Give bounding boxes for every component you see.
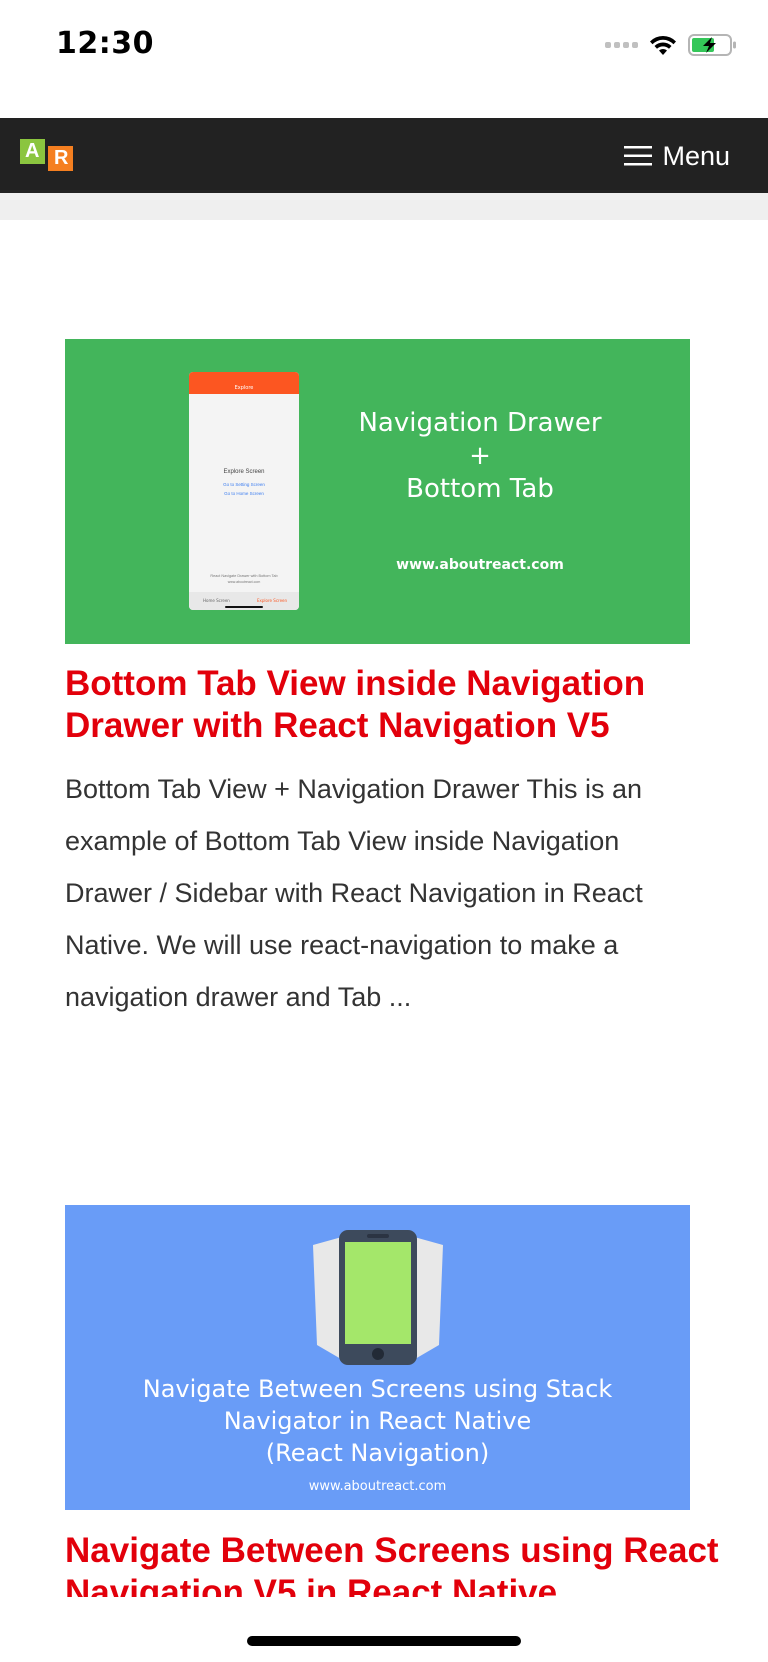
mockup-tab-bar: Home Screen Explore Screen bbox=[189, 592, 299, 610]
status-time: 12:30 bbox=[56, 26, 154, 61]
site-header: A R Menu bbox=[0, 118, 768, 193]
phone-mockup: Explore Explore Screen Go to Setting Scr… bbox=[189, 372, 299, 610]
post-excerpt: Bottom Tab View + Navigation Drawer This… bbox=[65, 774, 643, 1012]
mockup-tab-explore: Explore Screen bbox=[257, 598, 288, 603]
post-title-link[interactable]: Navigate Between Screens using React Nav… bbox=[65, 1530, 725, 1597]
logo-letter-r: R bbox=[54, 147, 69, 169]
post-list: Explore Explore Screen Go to Setting Scr… bbox=[0, 220, 768, 1597]
menu-label: Menu bbox=[662, 140, 730, 171]
mockup-header-title: Explore bbox=[234, 385, 254, 391]
thumbnail-url: www.aboutreact.com bbox=[396, 557, 564, 573]
post-thumbnail[interactable]: Explore Explore Screen Go to Setting Scr… bbox=[65, 339, 690, 644]
site-logo[interactable]: A R bbox=[20, 139, 74, 171]
logo-letter-a: A bbox=[25, 140, 40, 162]
mockup-tab-home: Home Screen bbox=[203, 598, 230, 603]
wifi-icon bbox=[650, 35, 676, 55]
thumbnail-heading-line: Navigate Between Screens using Stack bbox=[142, 1375, 613, 1403]
post-thumbnail[interactable]: Navigate Between Screens using Stack Nav… bbox=[65, 1205, 690, 1510]
hamburger-menu-icon bbox=[624, 146, 653, 166]
thumbnail-heading: Navigation Drawer + Bottom Tab bbox=[320, 407, 640, 506]
thumbnail-heading: Navigate Between Screens using Stack Nav… bbox=[65, 1373, 690, 1469]
mockup-footer-1: React Navigate Drawer with Bottom Tab bbox=[210, 574, 278, 578]
mockup-home-indicator bbox=[225, 606, 263, 608]
thumbnail-heading-line: Navigator in React Native bbox=[223, 1407, 532, 1435]
thumbnail-url: www.aboutreact.com bbox=[308, 1479, 447, 1494]
thumbnail-heading-line: + bbox=[469, 441, 491, 471]
thumbnail-heading-line: Navigation Drawer bbox=[358, 408, 602, 438]
mockup-header: Explore bbox=[189, 372, 299, 394]
cellular-signal-icon bbox=[605, 42, 638, 48]
mockup-link-1: Go to Setting Screen bbox=[223, 482, 265, 487]
mockup-link-2: Go to Home Screen bbox=[224, 491, 264, 496]
menu-button[interactable]: Menu bbox=[624, 136, 730, 176]
status-bar: 12:30 bbox=[0, 0, 768, 96]
thumbnail-heading-line: (React Navigation) bbox=[265, 1439, 490, 1467]
mockup-screen-title: Explore Screen bbox=[223, 469, 265, 475]
header-divider bbox=[0, 193, 768, 220]
smartphone-illustration-icon bbox=[313, 1230, 443, 1365]
home-indicator[interactable] bbox=[247, 1636, 521, 1646]
thumbnail-heading-line: Bottom Tab bbox=[406, 474, 554, 504]
post-title-link[interactable]: Bottom Tab View inside Navigation Drawer… bbox=[65, 663, 725, 747]
mockup-footer-2: www.aboutreact.com bbox=[227, 580, 261, 584]
battery-charging-icon bbox=[688, 34, 736, 56]
status-icons bbox=[605, 30, 738, 60]
